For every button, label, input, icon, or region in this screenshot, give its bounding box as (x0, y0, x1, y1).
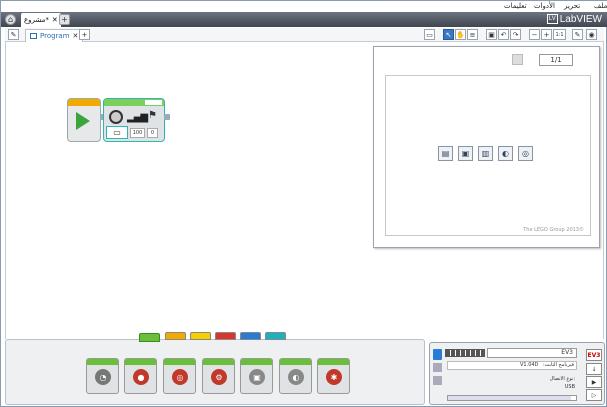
move-steering-block[interactable]: ◎ (163, 358, 196, 394)
menu-edit[interactable]: تحرير (564, 2, 580, 10)
menu-bar: ملف تحرير الأدوات تعليمات (1, 1, 607, 12)
page-thumbnail-icon[interactable] (512, 54, 523, 65)
sensor-icon (109, 110, 123, 124)
project-tab-bar: ⌂ مشروع* ✕ + LV LabVIEW (1, 12, 607, 27)
hardware-page: EV3 فيرنامج الثابت: V1.04D نوع الاتصال: … (429, 342, 605, 405)
zoom-in-icon[interactable]: + (541, 29, 552, 40)
redo-icon[interactable]: ↷ (510, 29, 521, 40)
firmware-row: فيرنامج الثابت: V1.04D (447, 361, 577, 370)
memory-usage-fill (448, 396, 571, 400)
large-motor-block[interactable]: ● (124, 358, 157, 394)
wait-block-label-field (145, 100, 162, 105)
palette-tab-flow[interactable] (165, 332, 186, 340)
memory-usage-bar (447, 395, 577, 401)
content-editor-tab-icon[interactable]: ✎ (572, 29, 583, 40)
program-toolbar: ✎ Program ✕ + ▭ ↖ ✋ ≡ ▣ ↶ ↷ − + 1:1 ✎ ◉ (5, 28, 604, 42)
add-project-button[interactable]: + (59, 14, 70, 25)
menu-tools[interactable]: الأدوات (534, 2, 555, 10)
project-tab-label: مشروع* (24, 16, 49, 24)
port-view-icon[interactable] (433, 363, 442, 372)
palette-tab-sensor[interactable] (190, 332, 211, 340)
connection-type-value: USB (564, 384, 575, 390)
large-motor-icon: ● (133, 369, 149, 385)
menu-file[interactable]: ملف (594, 2, 607, 10)
download-icon[interactable]: ↓ (586, 363, 602, 375)
brick-status-light-block[interactable]: ✱ (317, 358, 350, 394)
sequence-connector-out (164, 114, 170, 120)
start-block[interactable] (67, 98, 101, 142)
medium-motor-block[interactable]: ◔ (86, 358, 119, 394)
signal-strength-icon: ▂▄▆ (127, 112, 148, 123)
video-clapper-icon[interactable]: ▥ (478, 146, 493, 161)
mode-selector-folder-icon[interactable]: ▭ (106, 126, 128, 139)
page-counter[interactable]: 1/1 (539, 54, 573, 66)
program-tab-icon (30, 33, 37, 39)
labview-logo: LV LabVIEW (546, 13, 602, 25)
status-light-icon: ✱ (326, 369, 342, 385)
palette-tab-action[interactable] (139, 333, 160, 342)
palette-tab-advanced[interactable] (240, 332, 261, 340)
battery-level-indicator (445, 349, 485, 357)
program-tab-label: Program (40, 32, 70, 40)
run-selected-icon[interactable]: ▷ (586, 389, 602, 401)
zoom-reset-button[interactable]: 1:1 (553, 29, 566, 40)
copyright-text: The LEGO Group 2013© (523, 227, 584, 233)
zoom-out-icon[interactable]: − (529, 29, 540, 40)
program-tab[interactable]: Program ✕ (25, 29, 84, 42)
move-tank-block[interactable]: ⚙ (202, 358, 235, 394)
input-value-0[interactable]: 0 (147, 128, 158, 138)
project-properties-wrench-icon[interactable]: ✎ (8, 29, 19, 40)
firmware-label: فيرنامج الثابت: (543, 362, 574, 368)
sound-icon[interactable]: ◐ (498, 146, 513, 161)
download-and-run-icon[interactable]: ▶ (586, 376, 602, 388)
programming-canvas[interactable]: ▂▄▆ ⚑ ▭ 100 0 1/1 ▤ ▣ ▥ ◐ ◎ The LEGO Gro… (5, 42, 604, 339)
play-icon (76, 112, 90, 130)
brick-name-field[interactable]: EV3 (487, 348, 577, 358)
program-tab-close-icon[interactable]: ✕ (73, 32, 79, 40)
firmware-value: V1.04D (520, 362, 539, 368)
speaker-icon: ◐ (288, 369, 304, 385)
flag-icon: ⚑ (148, 110, 157, 121)
ev3-brick-tab[interactable]: EV3 (586, 349, 602, 361)
camera-icon[interactable]: ◉ (586, 29, 597, 40)
palette-tab-myblocks[interactable] (265, 332, 286, 340)
palette-tab-data[interactable] (215, 332, 236, 340)
input-value-100[interactable]: 100 (130, 128, 145, 138)
pan-hand-icon[interactable]: ✋ (455, 29, 466, 40)
ev3-app-window: ملف تحرير الأدوات تعليمات ⌂ مشروع* ✕ + L… (0, 0, 607, 407)
project-tab-close-icon[interactable]: ✕ (52, 16, 58, 24)
save-icon[interactable]: ▣ (486, 29, 497, 40)
content-editor-panel: 1/1 ▤ ▣ ▥ ◐ ◎ The LEGO Group 2013© (373, 46, 600, 248)
connection-type-label: نوع الاتصال: (549, 376, 575, 382)
undo-icon[interactable]: ↶ (498, 29, 509, 40)
labview-logo-text: LabVIEW (559, 13, 602, 25)
add-program-button[interactable]: + (79, 29, 90, 40)
camera-record-icon[interactable]: ◎ (518, 146, 533, 161)
display-block[interactable]: ▣ (240, 358, 273, 394)
text-page-icon[interactable]: ▤ (438, 146, 453, 161)
menu-help[interactable]: تعليمات (504, 2, 527, 10)
programming-palette: ◔ ● ◎ ⚙ ▣ ◐ ✱ (5, 332, 425, 405)
brick-info-icon[interactable] (433, 349, 442, 360)
content-editor-page[interactable]: ▤ ▣ ▥ ◐ ◎ The LEGO Group 2013© (385, 75, 591, 236)
content-editor-page-icon[interactable]: ▭ (424, 29, 435, 40)
wait-sensor-block[interactable]: ▂▄▆ ⚑ ▭ 100 0 (103, 98, 165, 142)
available-bricks-icon[interactable] (433, 376, 442, 385)
comment-icon[interactable]: ≡ (467, 29, 478, 40)
medium-motor-icon: ◔ (95, 369, 111, 385)
lobby-home-icon[interactable]: ⌂ (5, 14, 16, 25)
display-icon: ▣ (249, 369, 265, 385)
tank-icon: ⚙ (211, 369, 227, 385)
select-arrow-icon[interactable]: ↖ (443, 29, 454, 40)
steering-icon: ◎ (172, 369, 188, 385)
start-block-header (68, 99, 100, 106)
project-tab[interactable]: مشروع* ✕ (21, 13, 61, 27)
sound-block[interactable]: ◐ (279, 358, 312, 394)
image-page-icon[interactable]: ▣ (458, 146, 473, 161)
labview-logo-mark: LV (546, 14, 558, 24)
